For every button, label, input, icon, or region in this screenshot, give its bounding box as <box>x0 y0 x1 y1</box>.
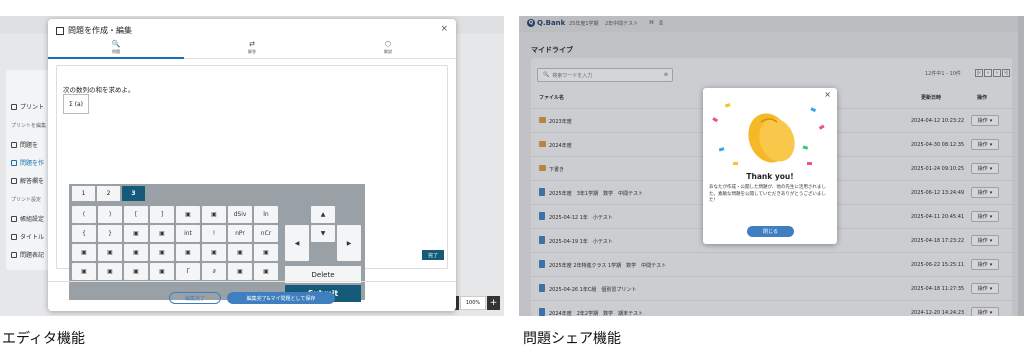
close-modal-button[interactable]: 閉じる <box>747 226 794 237</box>
sidebar-item-layout[interactable]: 帳組設定 <box>11 214 44 223</box>
sidebar-section-label: プリントを編集 <box>11 123 47 129</box>
math-key[interactable]: dSiv <box>228 206 252 223</box>
problem-editor[interactable]: 次の数列の和を求めよ。 Σ (a) 1 2 3 ()[] ▣ ▣ dSiv ln{} ▣ ▣… <box>56 65 448 302</box>
math-key[interactable]: ▣ <box>124 263 148 280</box>
done-button[interactable]: 完了 <box>422 250 444 260</box>
save-as-mine-button[interactable]: 編集完了&マイ問題として保存 <box>227 292 335 304</box>
sidebar-item-title[interactable]: タイトル <box>11 232 44 241</box>
math-key[interactable]: ! <box>202 225 226 242</box>
sidebar-item-label: プリント <box>20 104 45 111</box>
sidebar-item-problem[interactable]: 問題を <box>11 140 38 149</box>
keyboard-tabs: 1 2 3 <box>72 186 145 201</box>
math-key[interactable]: nCr <box>254 225 278 242</box>
math-key[interactable]: ▣ <box>176 244 200 261</box>
math-key[interactable]: ▣ <box>150 263 174 280</box>
tab-label: 問題 <box>112 49 120 54</box>
math-key[interactable]: ▣ <box>150 225 174 242</box>
math-key[interactable]: Γ <box>176 263 200 280</box>
keyboard-tab-2[interactable]: 2 <box>97 186 120 201</box>
share-screenshot: Q Q.Bank 25年度1学期 2年中間テスト ⌘ ⎙ マイドライブ 🔍 検索ワー… <box>519 16 1024 316</box>
math-key[interactable]: nPr <box>228 225 252 242</box>
keyboard-tab-3[interactable]: 3 <box>122 186 145 201</box>
arrow-keys: ▲ ◀ ▼ ▶ <box>285 206 361 261</box>
math-key[interactable]: ln <box>254 206 278 223</box>
keyboard-keys: ()[] ▣ ▣ dSiv ln{} ▣ ▣ int! nPr nCr ▣ ▣ ▣ ▣ ▣ ▣ ▣ ▣ ▣ ▣ ▣ ▣ Γ ∂… <box>72 206 278 280</box>
math-key[interactable]: ] <box>150 206 174 223</box>
doc-icon <box>11 233 17 240</box>
close-button[interactable]: × <box>440 24 448 34</box>
grid-icon <box>11 251 17 258</box>
math-key[interactable]: ▣ <box>150 244 174 261</box>
math-key[interactable]: ▣ <box>72 263 96 280</box>
math-key[interactable]: ▣ <box>228 244 252 261</box>
arrow-down-key[interactable]: ▼ <box>311 225 335 242</box>
dialog-title: 問題を作成・編集 <box>56 25 132 36</box>
sidebar-item-label: タイトル <box>20 234 45 241</box>
zoom-level: 100% <box>460 296 486 310</box>
math-key[interactable]: ▣ <box>98 263 122 280</box>
thank-you-modal: × Thank you! あなたが作成・公開した問題が、他の先生に活用されました… <box>703 88 837 244</box>
sidebar-item-notation[interactable]: 問題表記 <box>11 250 44 259</box>
math-key[interactable]: [ <box>124 206 148 223</box>
doc-icon <box>11 215 17 222</box>
math-key[interactable]: ) <box>98 206 122 223</box>
modal-title: Thank you! <box>746 172 794 181</box>
sidebar-item-label: 帳組設定 <box>20 216 45 223</box>
dialog-title-text: 問題を作成・編集 <box>68 26 132 35</box>
tab-problem[interactable]: 🔍 問題 <box>48 39 184 59</box>
zoom-plus-button[interactable]: + <box>487 296 500 310</box>
grid-icon <box>11 177 17 184</box>
modal-message: あなたが作成・公開した問題が、他の先生に活用されました。素敵な問題を公開していた… <box>709 185 826 203</box>
editor-tabs: 🔍 問題 ⇄ 解答 ⬡ 解説 <box>48 39 456 59</box>
sidebar-item-create[interactable]: 問題を作 <box>11 158 44 167</box>
sidebar-item-label: 問題を作 <box>20 160 45 167</box>
left-caption: エディタ機能 <box>2 331 86 347</box>
sidebar-item-print[interactable]: プリント <box>11 102 44 111</box>
edit-icon <box>56 26 64 35</box>
math-key[interactable]: ▣ <box>72 244 96 261</box>
cube-icon: ⬡ <box>384 40 392 48</box>
tab-answer[interactable]: ⇄ 解答 <box>184 39 320 59</box>
math-key[interactable]: ▣ <box>254 244 278 261</box>
math-key[interactable]: ▣ <box>254 263 278 280</box>
arrow-up-key[interactable]: ▲ <box>311 206 335 223</box>
formula-box[interactable]: Σ (a) <box>63 94 89 114</box>
editor-screenshot: プリント プリントを編集 問題を 問題を作 解答欄を プリント設定 帳組設定 タ… <box>0 16 504 316</box>
sidebar-section-label: プリント設定 <box>11 197 42 203</box>
math-key[interactable]: ▣ <box>124 244 148 261</box>
finish-edit-button[interactable]: 編集完了 <box>169 292 221 304</box>
sliders-icon: ⇄ <box>249 40 255 48</box>
math-key[interactable]: ∂ <box>202 263 226 280</box>
sidebar-item-answer[interactable]: 解答欄を <box>11 176 44 185</box>
tab-label: 解説 <box>384 49 392 54</box>
search-icon: 🔍 <box>111 40 121 48</box>
arrow-right-key[interactable]: ▶ <box>337 225 361 261</box>
math-key[interactable]: ▣ <box>202 244 226 261</box>
footer-divider <box>48 281 456 282</box>
math-key[interactable]: ▣ <box>228 263 252 280</box>
clapping-hands-icon <box>712 103 825 165</box>
math-key[interactable]: ▣ <box>176 206 200 223</box>
math-key[interactable]: ▣ <box>202 206 226 223</box>
math-key[interactable]: { <box>72 225 96 242</box>
doc-icon <box>11 141 17 148</box>
tab-label: 解答 <box>248 49 256 54</box>
edit-icon <box>11 159 17 166</box>
problem-text: 次の数列の和を求めよ。 <box>63 86 135 94</box>
tab-explanation[interactable]: ⬡ 解説 <box>320 39 456 59</box>
folder-icon <box>11 103 17 110</box>
problem-edit-dialog: 問題を作成・編集 × 🔍 問題 ⇄ 解答 ⬡ 解説 次の数列の和を求めよ。 Σ (a)… <box>48 19 456 311</box>
right-caption: 問題シェア機能 <box>523 331 621 347</box>
math-key[interactable]: } <box>98 225 122 242</box>
math-key[interactable]: ( <box>72 206 96 223</box>
math-key[interactable]: ▣ <box>124 225 148 242</box>
sidebar-item-label: 問題表記 <box>20 252 45 259</box>
sidebar-item-label: 解答欄を <box>20 178 45 185</box>
math-key[interactable]: ▣ <box>98 244 122 261</box>
math-key[interactable]: int <box>176 225 200 242</box>
sidebar-item-label: 問題を <box>20 142 39 149</box>
keyboard-tab-1[interactable]: 1 <box>72 186 95 201</box>
arrow-left-key[interactable]: ◀ <box>285 225 309 261</box>
math-keyboard: 1 2 3 ()[] ▣ ▣ dSiv ln{} ▣ ▣ int! nPr nCr ▣ ▣ ▣ ▣ ▣ ▣ ▣ ▣… <box>69 184 365 302</box>
